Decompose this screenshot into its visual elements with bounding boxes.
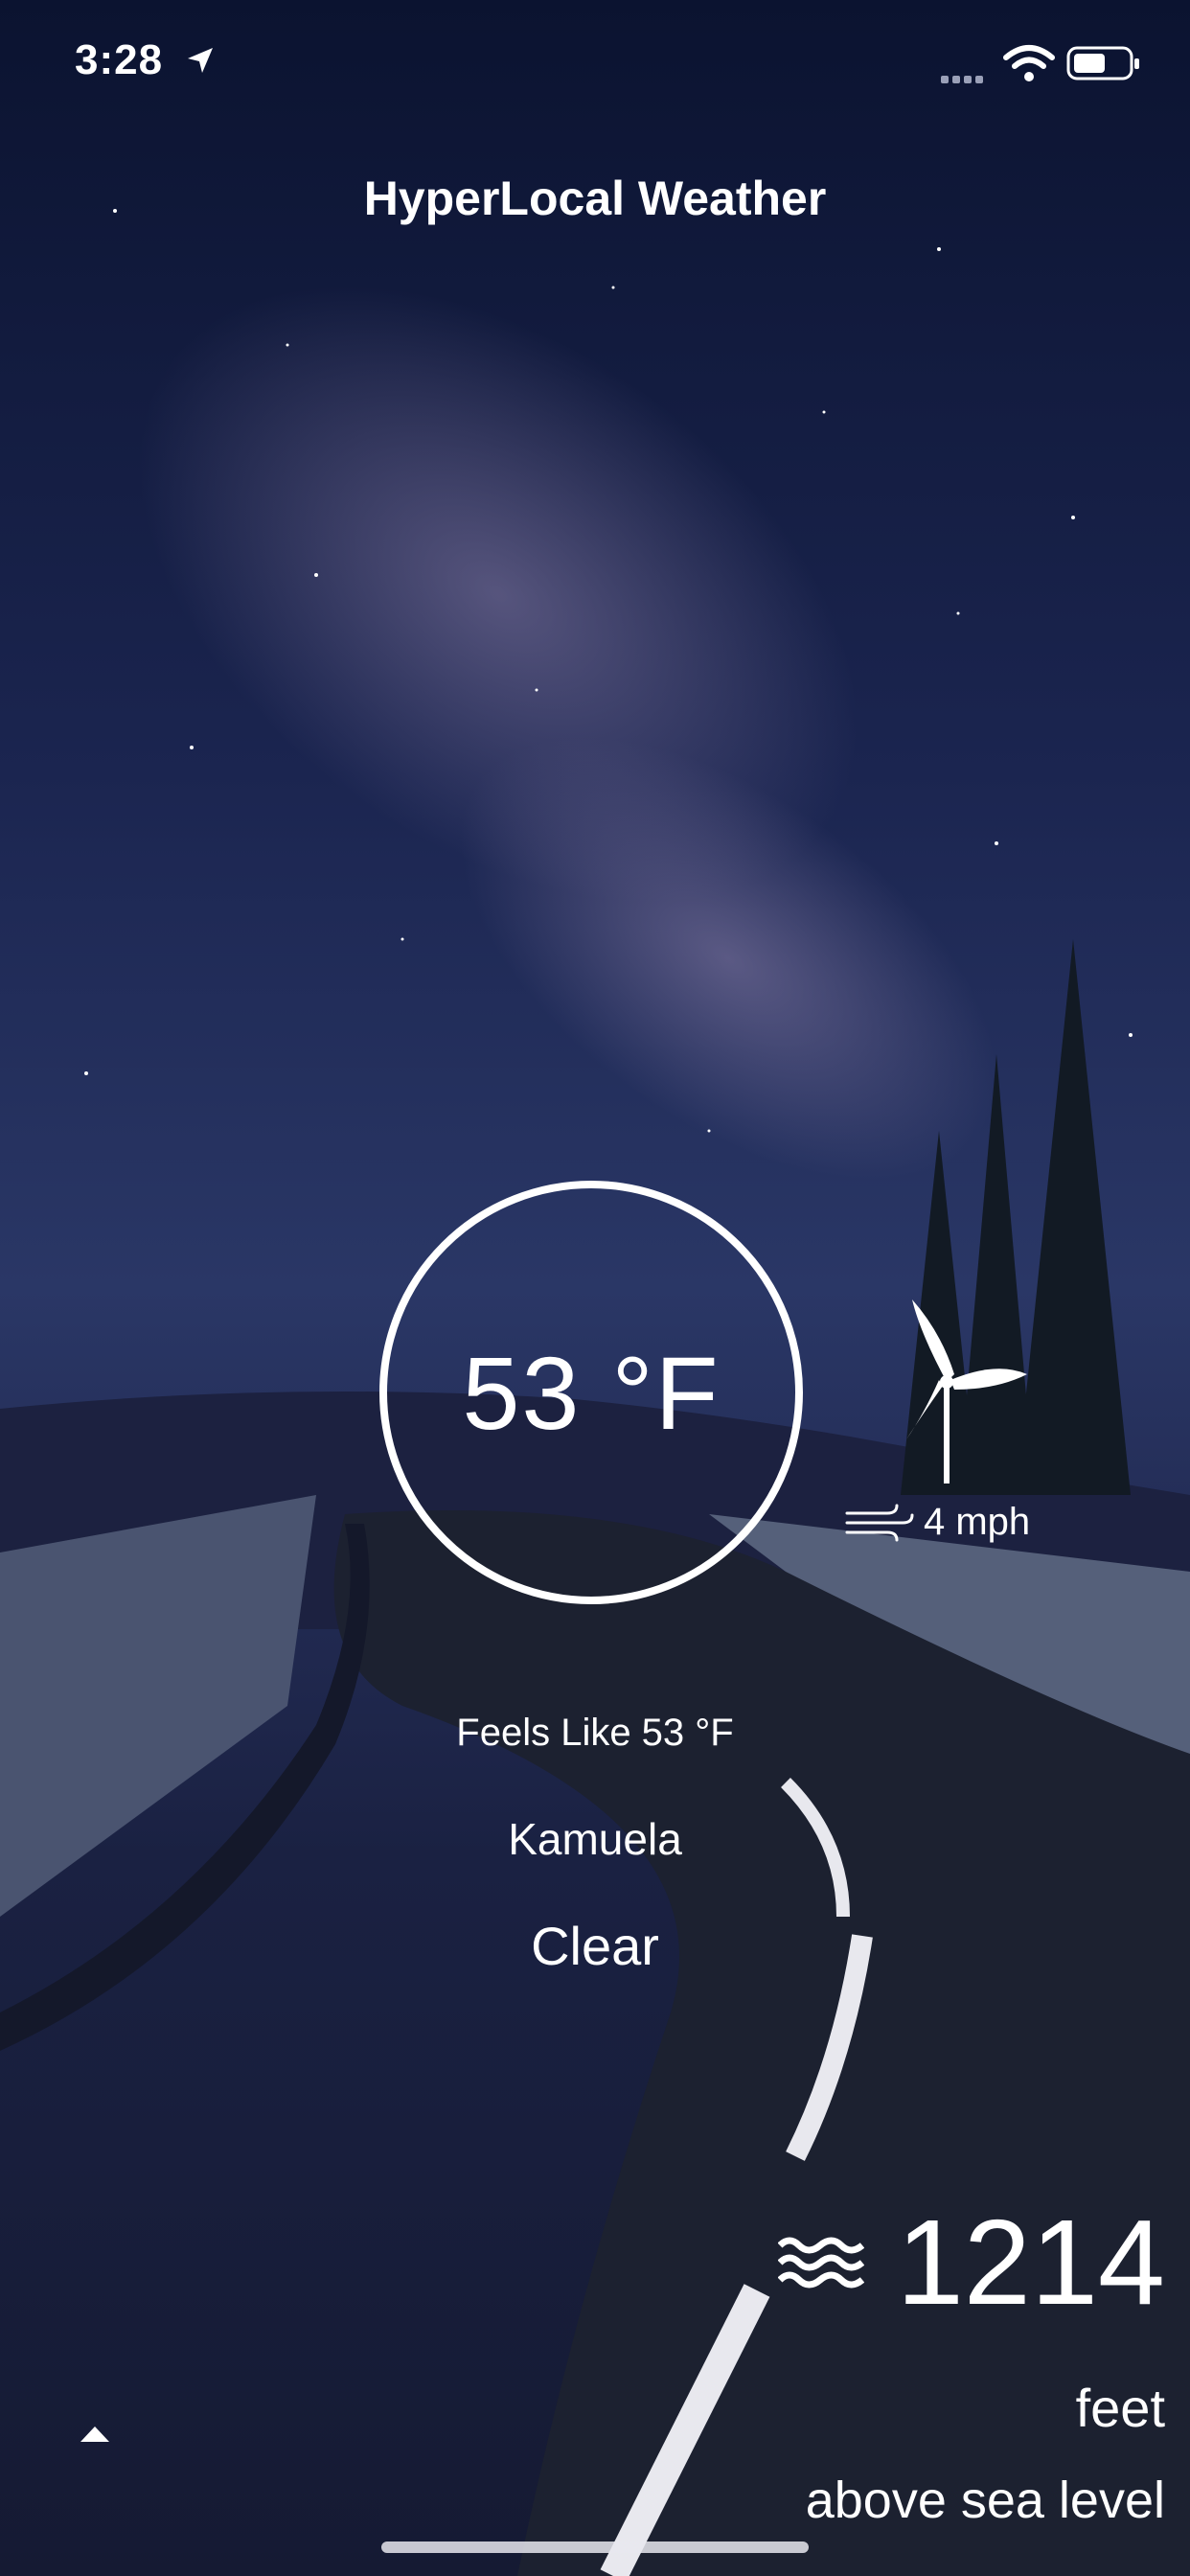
status-time: 3:28 <box>75 36 164 83</box>
caret-up-icon[interactable] <box>79 2423 111 2444</box>
signal-icon <box>941 71 987 88</box>
water-waves-icon <box>777 2237 864 2288</box>
wind-readout: 4 mph <box>843 1501 1030 1544</box>
wind-speed: 4 mph <box>924 1501 1031 1543</box>
elevation-unit: feet <box>1075 2378 1165 2438</box>
location-name: Kamuela <box>508 1814 682 1864</box>
wind-turbine-icon <box>906 1300 1027 1484</box>
status-bar: 3:28 <box>0 0 1190 125</box>
wind-icon <box>845 1504 914 1541</box>
temperature-circle: 53 °F <box>379 1181 803 1604</box>
elevation-description: above sea level <box>805 2472 1165 2529</box>
battery-icon <box>1066 46 1139 80</box>
app-title: HyperLocal Weather <box>363 172 827 225</box>
feels-like: Feels Like 53 °F <box>456 1712 734 1754</box>
wifi-icon <box>1003 45 1055 81</box>
weather-condition: Clear <box>531 1916 659 1976</box>
temperature-value: 53 °F <box>462 1334 721 1451</box>
home-indicator[interactable] <box>381 2542 809 2553</box>
location-arrow-icon <box>188 48 213 73</box>
elevation-value: 1214 <box>896 2195 1165 2330</box>
elevation-row: 1214 <box>777 2193 1165 2332</box>
